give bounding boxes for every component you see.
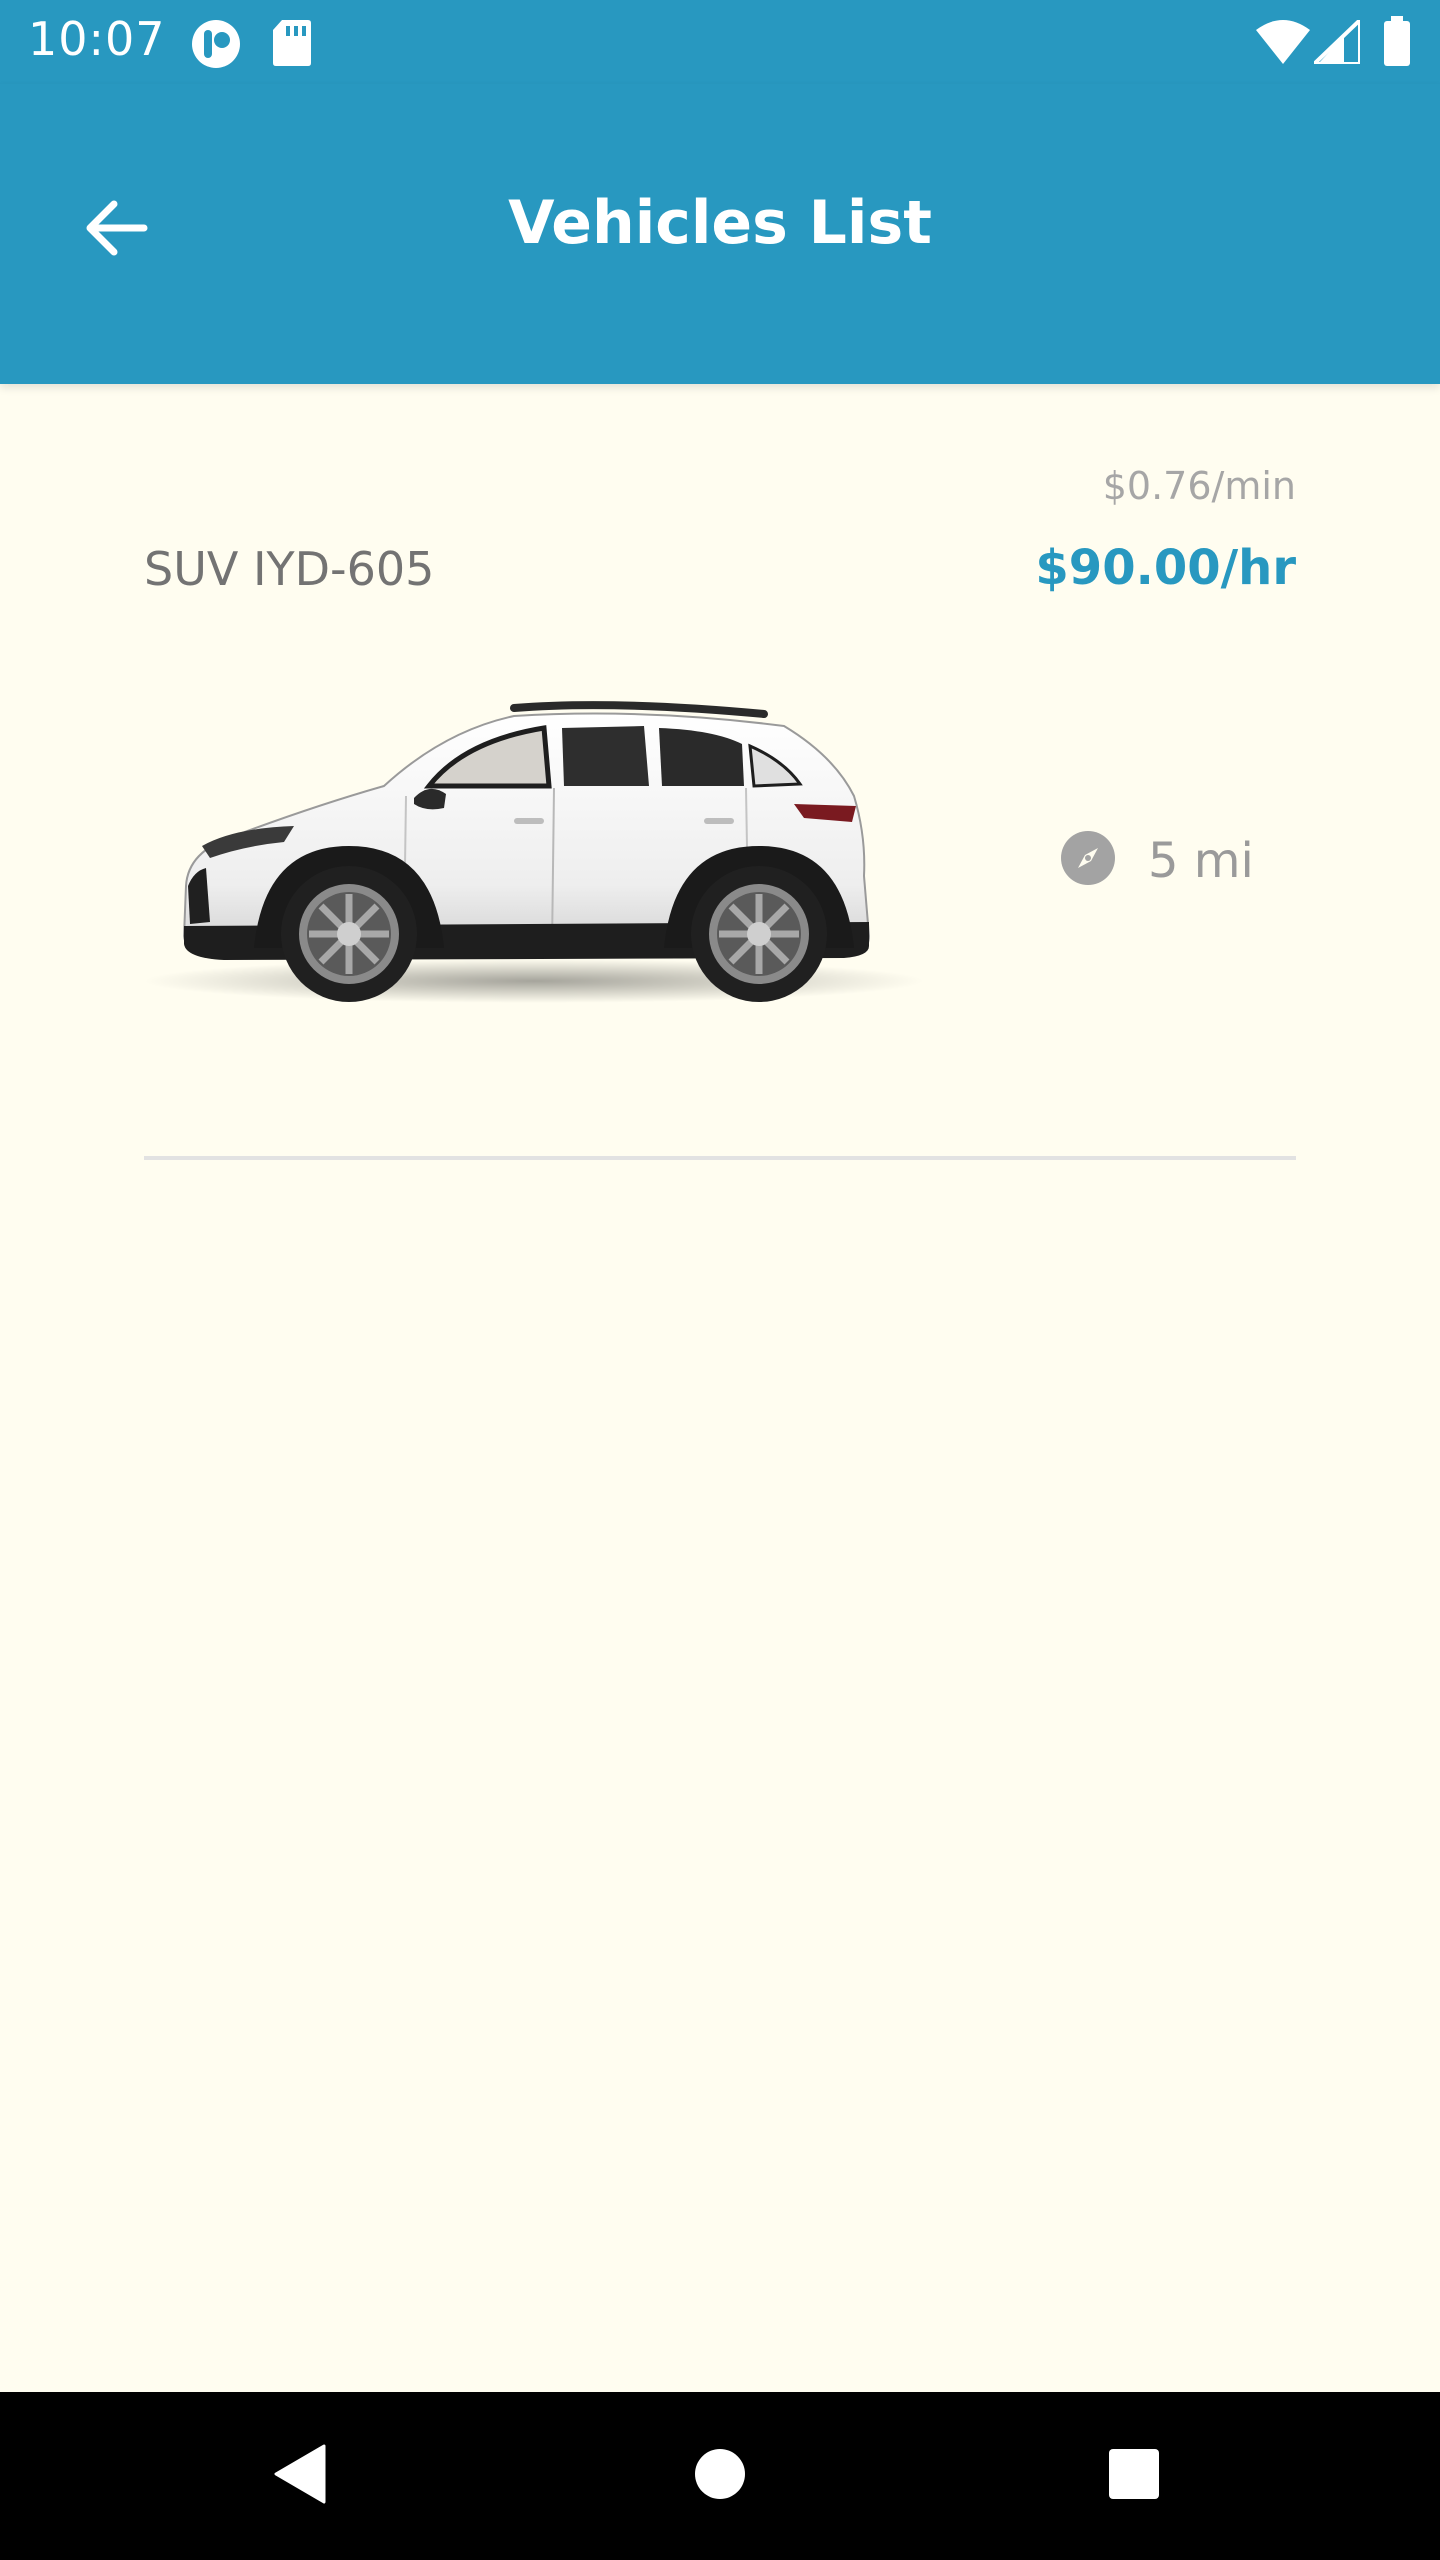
app-notification-icon — [190, 18, 242, 75]
back-triangle-icon — [272, 2444, 328, 2509]
battery-icon — [1382, 16, 1412, 71]
page-title: Vehicles List — [508, 188, 932, 258]
price-per-hour: $90.00/hr — [1035, 540, 1296, 596]
vehicle-name: SUV IYD-605 — [144, 542, 435, 596]
compass-icon — [1060, 830, 1116, 891]
cell-signal-icon — [1309, 15, 1362, 69]
system-nav-bar — [0, 2392, 1440, 2560]
list-divider — [144, 1156, 1296, 1160]
front-wheel — [281, 866, 417, 1002]
nav-home-button[interactable] — [636, 2392, 804, 2560]
home-circle-icon — [693, 2447, 747, 2506]
nav-recents-button[interactable] — [1050, 2392, 1218, 2560]
sd-card-icon — [272, 18, 312, 73]
distance-info: 5 mi — [1060, 830, 1254, 891]
price-per-min: $0.76/min — [1102, 464, 1296, 508]
wifi-icon — [1256, 20, 1310, 69]
distance-value: 5 mi — [1148, 832, 1254, 889]
app-bar: Vehicles List — [0, 84, 1440, 384]
rear-wheel — [691, 866, 827, 1002]
vehicle-image — [144, 686, 934, 1026]
status-time: 10:07 — [28, 12, 166, 66]
status-bar: 10:07 — [0, 0, 1440, 84]
vehicle-list-item[interactable]: $0.76/min SUV IYD-605 $90.00/hr 5 mi — [144, 430, 1296, 1160]
recents-square-icon — [1107, 2447, 1161, 2506]
nav-back-button[interactable] — [216, 2392, 384, 2560]
